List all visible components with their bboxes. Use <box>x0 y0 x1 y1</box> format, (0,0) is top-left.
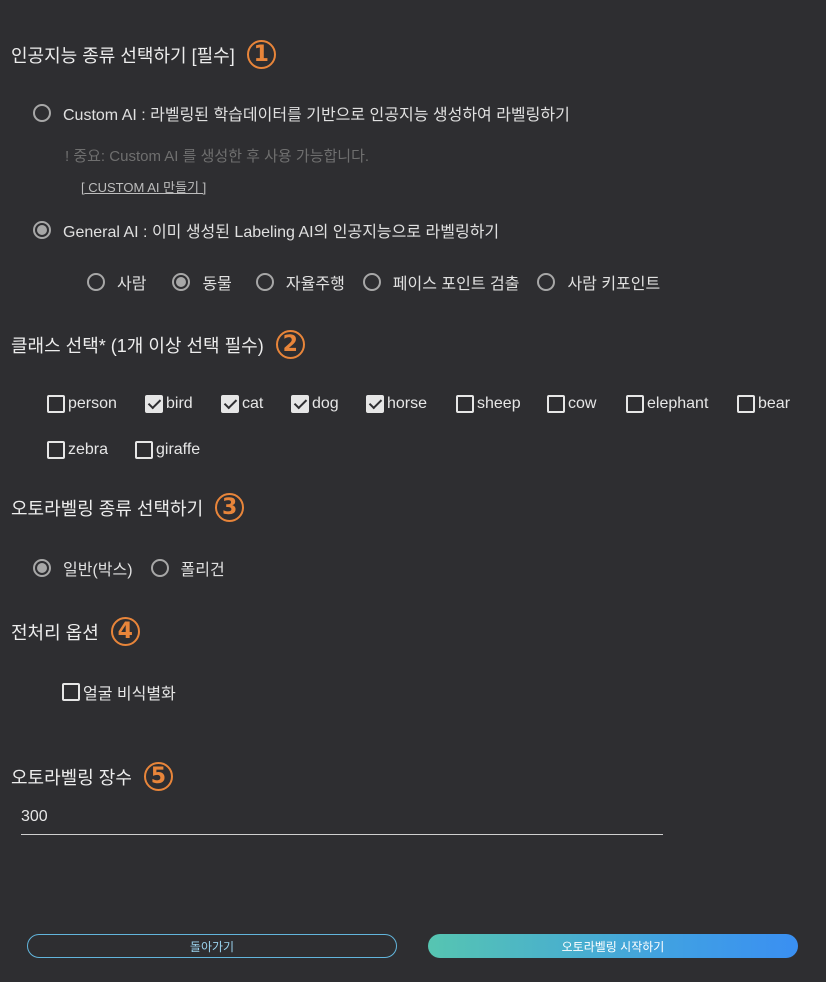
class-bird-box[interactable] <box>145 395 163 413</box>
sub-option-animal-label: 동물 <box>202 276 232 293</box>
create-custom-ai-link[interactable]: [ CUSTOM AI 만들기 ] <box>81 177 206 196</box>
ai-type-section-title: 인공지능 종류 선택하기 [필수] 1 <box>11 40 276 69</box>
general-ai-sub-options: 사람 동물 자율주행 페이스 포인트 검출 사람 키포인트 <box>87 270 660 294</box>
sub-option-person-radio[interactable] <box>87 273 105 291</box>
step-1-badge: 1 <box>246 40 276 69</box>
face-blur-checkbox[interactable]: 얼굴 비식별화 <box>62 680 176 704</box>
class-bear-checkbox[interactable]: bear <box>737 395 790 413</box>
sub-option-driving-radio[interactable] <box>255 273 274 291</box>
class-horse-checkbox[interactable]: horse <box>366 395 427 413</box>
custom-ai-option[interactable]: Custom AI : 라벨링된 학습데이터를 기반으로 인공지능 생성하여 라… <box>33 101 570 125</box>
class-person-box[interactable] <box>47 395 65 413</box>
class-elephant-box[interactable] <box>626 395 644 413</box>
custom-ai-radio[interactable] <box>33 104 51 122</box>
sub-option-animal-radio[interactable] <box>172 273 191 291</box>
class-giraffe-box[interactable] <box>135 441 153 459</box>
count-value: 300 <box>21 808 48 825</box>
class-dog-box[interactable] <box>291 395 309 413</box>
class-dog-checkbox[interactable]: dog <box>291 395 339 413</box>
general-ai-option[interactable]: General AI : 이미 생성된 Labeling AI의 인공지능으로 … <box>33 218 499 242</box>
custom-ai-note: ! 중요: Custom AI 를 생성한 후 사용 가능합니다. <box>65 148 370 165</box>
label-type-box-radio[interactable] <box>33 559 51 577</box>
class-cow-checkbox[interactable]: cow <box>547 395 596 413</box>
class-bear-box[interactable] <box>737 395 755 413</box>
class-cat-box[interactable] <box>221 395 239 413</box>
label-type-section-title: 오토라벨링 종류 선택하기 3 <box>11 493 245 522</box>
sub-option-face-point-label: 페이스 포인트 검출 <box>392 276 520 293</box>
class-cow-box[interactable] <box>547 395 565 413</box>
label-type-polygon-radio[interactable] <box>150 559 169 577</box>
class-person-checkbox[interactable]: person <box>47 395 117 413</box>
face-blur-box[interactable] <box>62 683 80 701</box>
sub-option-person-label: 사람 <box>117 276 147 293</box>
class-horse-box[interactable] <box>366 395 384 413</box>
step-5-badge: 5 <box>143 762 173 791</box>
sub-option-face-point-radio[interactable] <box>362 273 381 291</box>
preprocess-section-title: 전처리 옵션 4 <box>11 617 140 646</box>
general-ai-radio[interactable] <box>33 221 51 239</box>
count-section-title: 오토라벨링 장수 5 <box>11 762 173 791</box>
step-2-badge: 2 <box>275 330 305 359</box>
class-sheep-box[interactable] <box>456 395 474 413</box>
class-zebra-box[interactable] <box>47 441 65 459</box>
sub-option-driving-label: 자율주행 <box>285 276 345 293</box>
step-4-badge: 4 <box>110 617 140 646</box>
class-cat-checkbox[interactable]: cat <box>221 395 263 413</box>
back-button[interactable]: 돌아가기 <box>27 934 397 958</box>
step-3-badge: 3 <box>215 493 245 522</box>
class-zebra-checkbox[interactable]: zebra <box>47 441 108 459</box>
class-bird-checkbox[interactable]: bird <box>145 395 193 413</box>
start-autolabeling-button[interactable]: 오토라벨링 시작하기 <box>428 934 798 958</box>
label-type-box-label: 일반(박스) <box>63 562 133 579</box>
count-input[interactable]: 300 <box>21 806 663 835</box>
class-sheep-checkbox[interactable]: sheep <box>456 395 521 413</box>
sub-option-keypoint-radio[interactable] <box>537 273 556 291</box>
class-giraffe-checkbox[interactable]: giraffe <box>135 441 200 459</box>
class-elephant-checkbox[interactable]: elephant <box>626 395 708 413</box>
class-section-title: 클래스 선택* (1개 이상 선택 필수) 2 <box>11 330 305 359</box>
label-type-options: 일반(박스) 폴리건 <box>33 556 225 580</box>
label-type-polygon-label: 폴리건 <box>180 562 225 579</box>
sub-option-keypoint-label: 사람 키포인트 <box>567 276 661 293</box>
